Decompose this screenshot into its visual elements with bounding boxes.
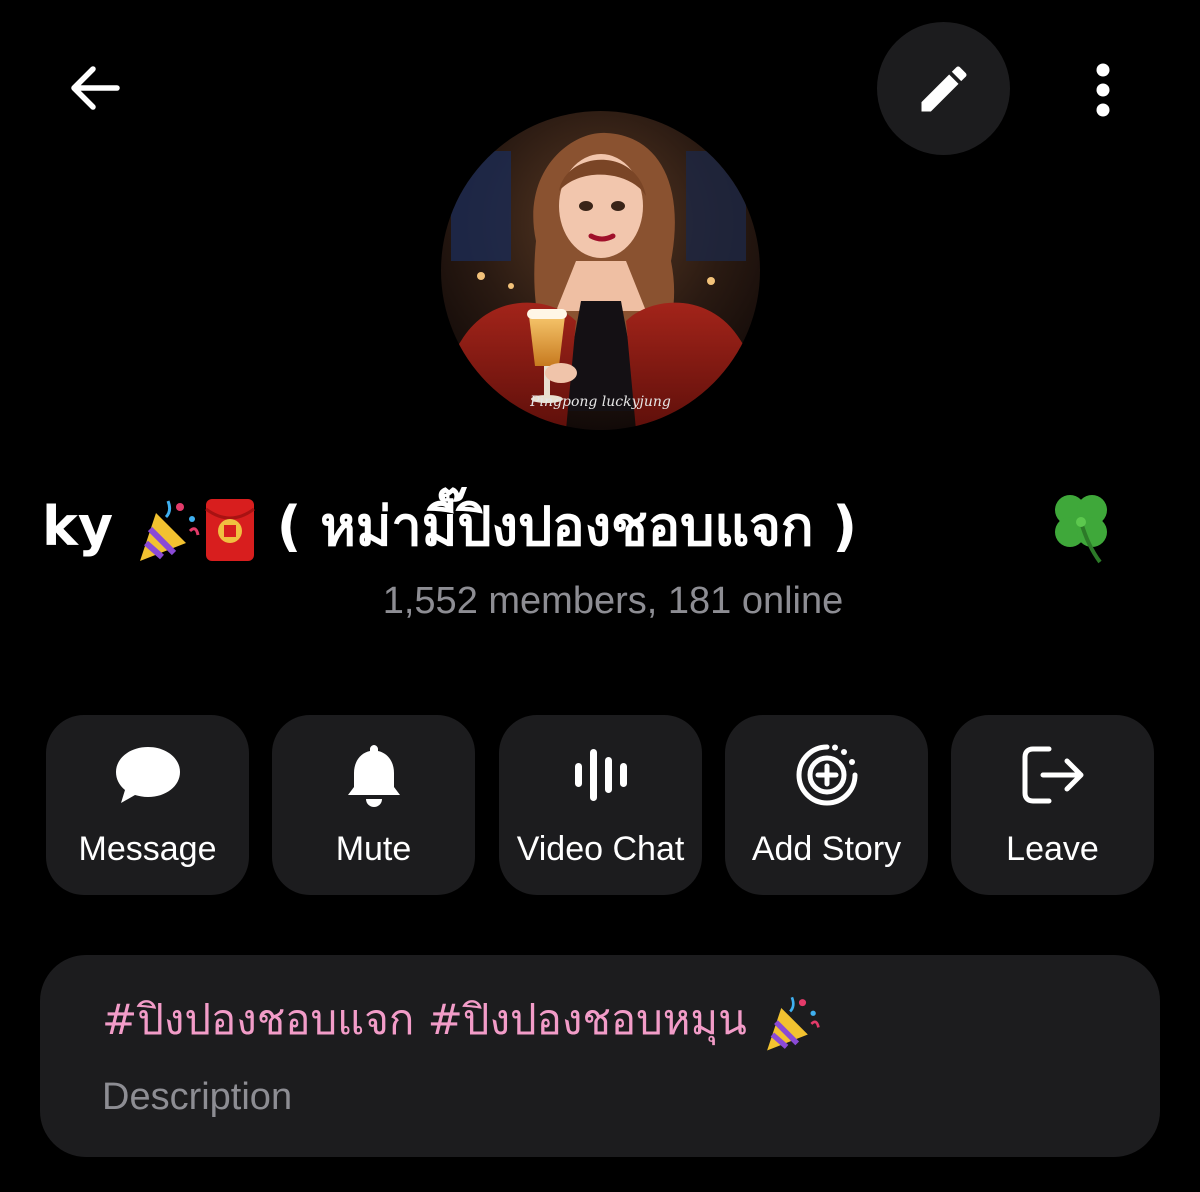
group-avatar[interactable]: Pingpong luckyjung	[441, 111, 760, 430]
pencil-icon	[921, 65, 967, 111]
video-chat-button[interactable]: Video Chat	[499, 715, 702, 895]
add-story-button[interactable]: Add Story	[725, 715, 928, 895]
back-button[interactable]	[50, 46, 140, 130]
group-title: ky ( หม่ามี๊ปิงปองชอบแจก )	[42, 492, 857, 565]
avatar-image	[441, 111, 760, 430]
add-story-label: Add Story	[751, 830, 902, 868]
members-count: 1,552 members, 181 online	[382, 580, 844, 622]
add-story-icon	[796, 744, 857, 806]
action-buttons: Message Mute Video Chat Add Story Leave	[46, 715, 1154, 895]
arrow-left-icon	[71, 66, 120, 110]
description-label: Description	[102, 1076, 293, 1118]
hashtags[interactable]: #ปิงปองชอบแจก #ปิงปองชอบหมุน	[102, 995, 747, 1044]
leave-icon	[1022, 746, 1083, 804]
mute-button[interactable]: Mute	[272, 715, 475, 895]
chat-bubble-icon	[115, 747, 180, 803]
title-main: ( หม่ามี๊ปิงปองชอบแจก )	[276, 495, 858, 558]
leave-label: Leave	[1006, 830, 1099, 868]
group-title-row: ky ( หม่ามี๊ปิงปองชอบแจก )	[0, 486, 1200, 572]
edit-button[interactable]	[877, 22, 1010, 155]
description-text[interactable]: #ปิงปองชอบแจก #ปิงปองชอบหมุน	[102, 991, 822, 1054]
bell-icon	[347, 745, 400, 807]
party-popper-emoji	[139, 500, 200, 562]
mute-label: Mute	[335, 830, 412, 868]
leave-button[interactable]: Leave	[951, 715, 1154, 895]
more-vertical-icon	[1096, 63, 1110, 117]
title-prefix: ky	[42, 495, 114, 558]
message-button[interactable]: Message	[46, 715, 249, 895]
four-leaf-clover-emoji	[1055, 495, 1107, 564]
more-options-button[interactable]	[1068, 50, 1138, 130]
video-chat-label: Video Chat	[516, 830, 685, 868]
message-label: Message	[78, 830, 217, 868]
red-envelope-emoji	[205, 499, 255, 562]
avatar-caption: Pingpong luckyjung	[530, 394, 671, 410]
voice-chat-icon	[574, 749, 627, 801]
party-popper-emoji	[767, 996, 820, 1050]
description-card[interactable]: #ปิงปองชอบแจก #ปิงปองชอบหมุน Description	[40, 955, 1160, 1157]
